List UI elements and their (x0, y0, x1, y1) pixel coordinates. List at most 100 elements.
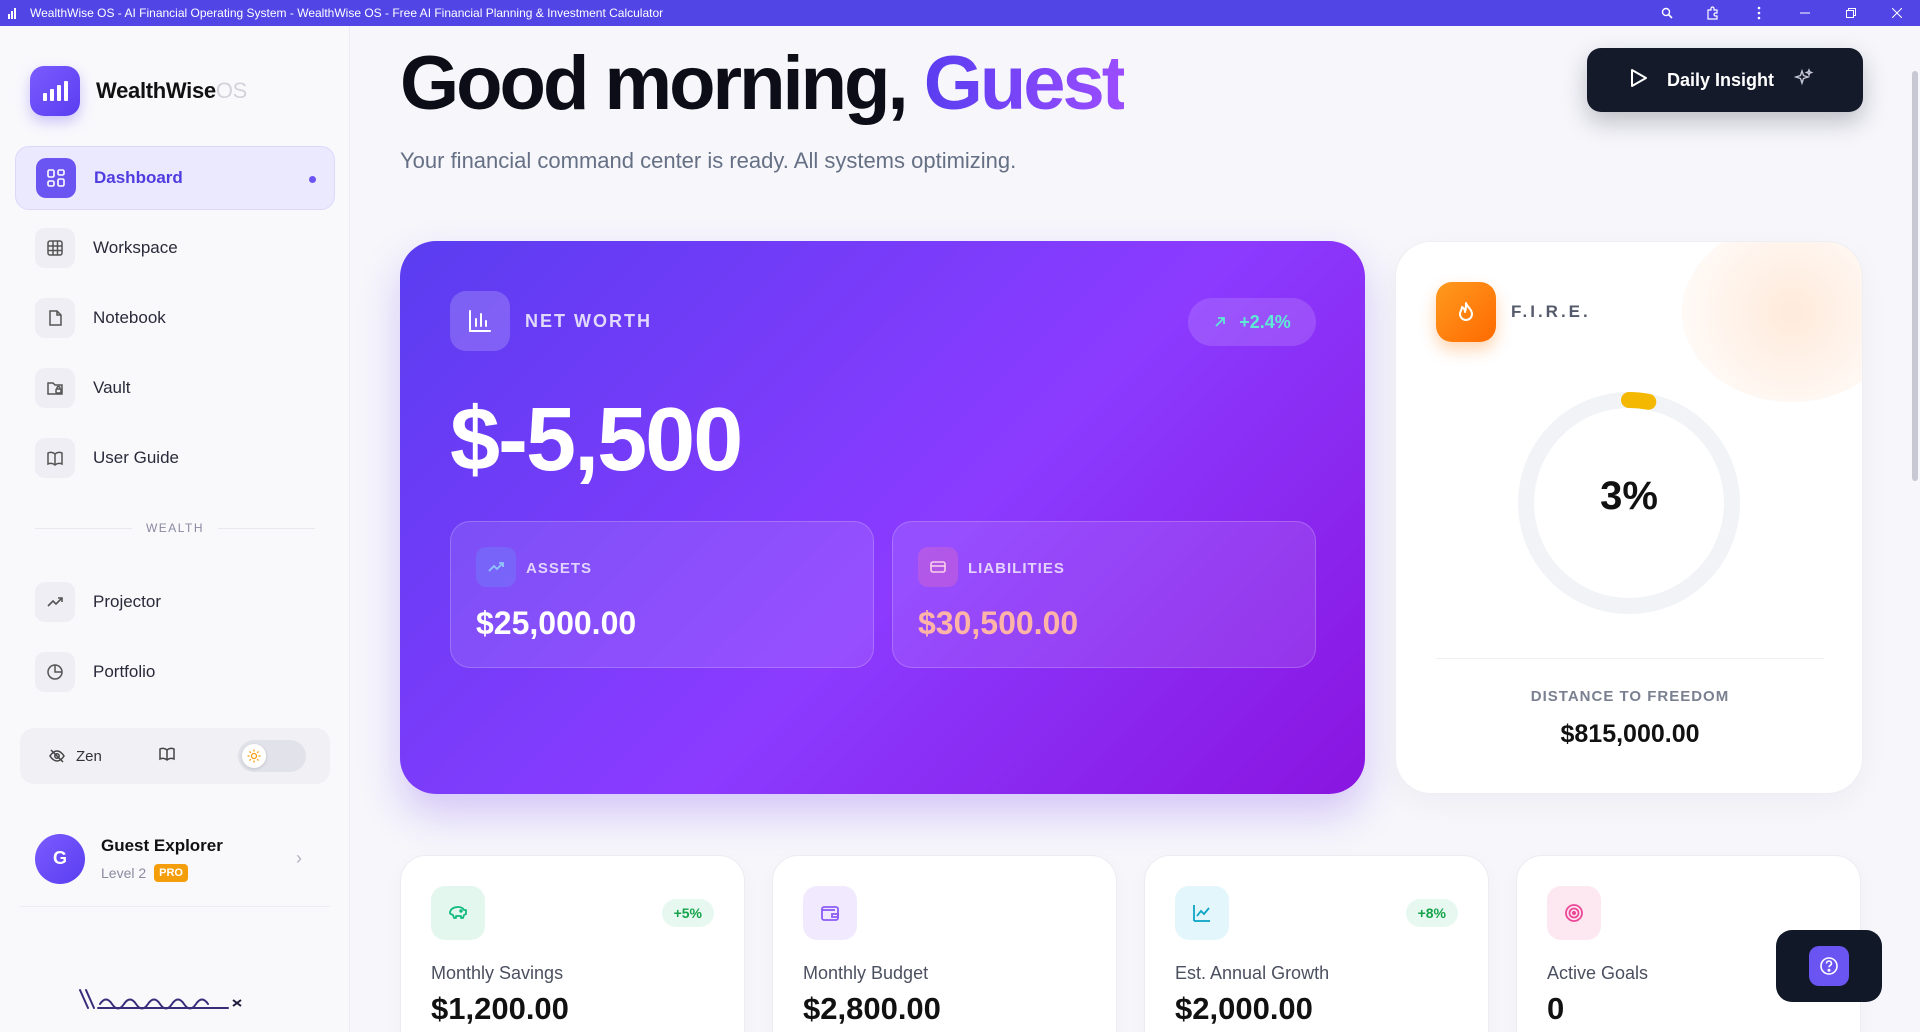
credit-card-icon (918, 547, 958, 587)
help-icon (1809, 946, 1849, 986)
daily-insight-label: Daily Insight (1667, 69, 1775, 90)
liabilities-card: LIABILITIES $30,500.00 (892, 521, 1316, 668)
liabilities-value: $30,500.00 (918, 605, 1079, 641)
book-open-icon (159, 747, 175, 761)
sidebar-item-label: Portfolio (93, 662, 156, 681)
help-button[interactable] (1776, 930, 1882, 1002)
stat-value: $1,200.00 (431, 991, 569, 1026)
stat-badge: +5% (661, 899, 714, 927)
fire-label: F.I.R.E. (1511, 302, 1591, 321)
stat-label: Monthly Savings (431, 963, 564, 983)
reading-mode-button[interactable] (158, 745, 176, 768)
stat-value: $2,000.00 (1175, 991, 1313, 1026)
profile-level: Level 2 PRO (101, 863, 223, 882)
theme-toggle[interactable] (237, 740, 306, 772)
stat-card-monthly-savings[interactable]: +5% Monthly Savings $1,200.00 (400, 855, 745, 1032)
greeting-name: Guest (923, 41, 1127, 126)
user-profile[interactable]: G Guest Explorer Level 2 PRO › (20, 811, 330, 907)
trend-up-icon (35, 582, 75, 622)
logo-bars-icon (30, 66, 80, 116)
zoom-icon[interactable] (1644, 0, 1690, 26)
document-icon (35, 298, 75, 338)
stat-label: Monthly Budget (803, 963, 929, 983)
restore-button[interactable] (1828, 0, 1874, 26)
section-label-wealth: WEALTH (35, 521, 315, 535)
sidebar-item-label: Workspace (93, 238, 178, 257)
sidebar-item-label: Notebook (93, 308, 166, 327)
bar-chart-icon (450, 291, 510, 351)
flame-icon (1436, 282, 1496, 342)
net-worth-value: $-5,500 (450, 390, 743, 490)
net-worth-card: NET WORTH +2.4% $-5,500 ASSETS $25,000.0… (400, 241, 1365, 794)
scrollbar[interactable] (1910, 26, 1920, 1032)
sidebar: WealthWiseOS Dashboard Workspace Noteboo… (0, 26, 350, 1032)
fire-card: F.I.R.E. 3% DISTANCE TO FREEDOM $815,000… (1395, 241, 1863, 794)
sidebar-item-label: Vault (93, 378, 131, 397)
window-title-bar: WealthWise OS - AI Financial Operating S… (0, 0, 1920, 26)
stat-badge: +8% (1405, 899, 1458, 927)
sidebar-item-workspace[interactable]: Workspace (15, 216, 335, 280)
folder-lock-icon (35, 368, 75, 408)
pie-chart-icon (35, 652, 75, 692)
stat-value: 0 (1547, 991, 1565, 1026)
stat-label: Est. Annual Growth (1175, 963, 1330, 983)
scrollbar-thumb[interactable] (1912, 71, 1918, 481)
distance-value: $815,000.00 (1560, 720, 1700, 748)
play-icon (1627, 67, 1649, 94)
wallet-icon (803, 886, 857, 940)
trend-up-icon (476, 547, 516, 587)
zen-mode-button[interactable]: Zen (48, 747, 102, 765)
chevron-right-icon: › (296, 848, 302, 868)
more-options-icon[interactable] (1736, 0, 1782, 26)
sidebar-item-notebook[interactable]: Notebook (15, 286, 335, 350)
sidebar-item-label: User Guide (93, 448, 179, 467)
sidebar-item-label: Dashboard (94, 168, 183, 187)
profile-name: Guest Explorer (101, 835, 223, 855)
active-indicator (309, 176, 316, 183)
greeting-text: Good morning, (400, 41, 909, 126)
sidebar-item-user-guide[interactable]: User Guide (15, 426, 335, 490)
profile-info: Guest Explorer Level 2 PRO (101, 836, 223, 882)
arrow-up-right-icon (1215, 317, 1226, 327)
page-subtitle: Your financial command center is ready. … (400, 148, 1017, 173)
sidebar-item-dashboard[interactable]: Dashboard (15, 146, 335, 210)
stat-value: $2,800.00 (803, 991, 941, 1026)
eye-off-icon (49, 749, 65, 763)
pro-badge: PRO (154, 863, 188, 882)
divider (1436, 658, 1824, 659)
stat-card-annual-growth[interactable]: +8% Est. Annual Growth $2,000.00 (1144, 855, 1489, 1032)
sidebar-item-portfolio[interactable]: Portfolio (15, 640, 335, 704)
decorative-glow (1682, 242, 1862, 402)
sidebar-item-vault[interactable]: Vault (15, 356, 335, 420)
target-icon (1547, 886, 1601, 940)
signature-logo (78, 986, 278, 1021)
distance-label: DISTANCE TO FREEDOM (1530, 688, 1730, 705)
net-worth-change-badge: +2.4% (1188, 298, 1316, 346)
net-worth-label: NET WORTH (525, 311, 652, 331)
sidebar-item-label: Projector (93, 592, 162, 611)
brand-name: WealthWiseOS (96, 78, 248, 103)
utility-bar: Zen (20, 728, 330, 784)
sun-icon (241, 744, 266, 768)
stat-label: Active Goals (1547, 963, 1649, 983)
level-text: Level 2 (101, 864, 147, 881)
extensions-icon[interactable] (1690, 0, 1736, 26)
daily-insight-button[interactable]: Daily Insight (1587, 48, 1863, 112)
book-icon (35, 438, 75, 478)
sidebar-item-projector[interactable]: Projector (15, 570, 335, 634)
close-button[interactable] (1874, 0, 1920, 26)
piggy-bank-icon (431, 886, 485, 940)
table-icon (35, 228, 75, 268)
liabilities-label: LIABILITIES (968, 560, 1065, 577)
brand[interactable]: WealthWiseOS (30, 66, 247, 116)
stat-card-monthly-budget[interactable]: Monthly Budget $2,800.00 (772, 855, 1117, 1032)
fire-percent: 3% (1600, 474, 1658, 518)
zen-label: Zen (76, 747, 102, 765)
app-icon (8, 7, 22, 19)
window-title: WealthWise OS - AI Financial Operating S… (30, 6, 664, 20)
line-chart-icon (1175, 886, 1229, 940)
page-title: Good morning, Guest (400, 40, 1127, 127)
avatar: G (35, 833, 85, 884)
assets-label: ASSETS (526, 560, 593, 577)
minimize-button[interactable] (1782, 0, 1828, 26)
